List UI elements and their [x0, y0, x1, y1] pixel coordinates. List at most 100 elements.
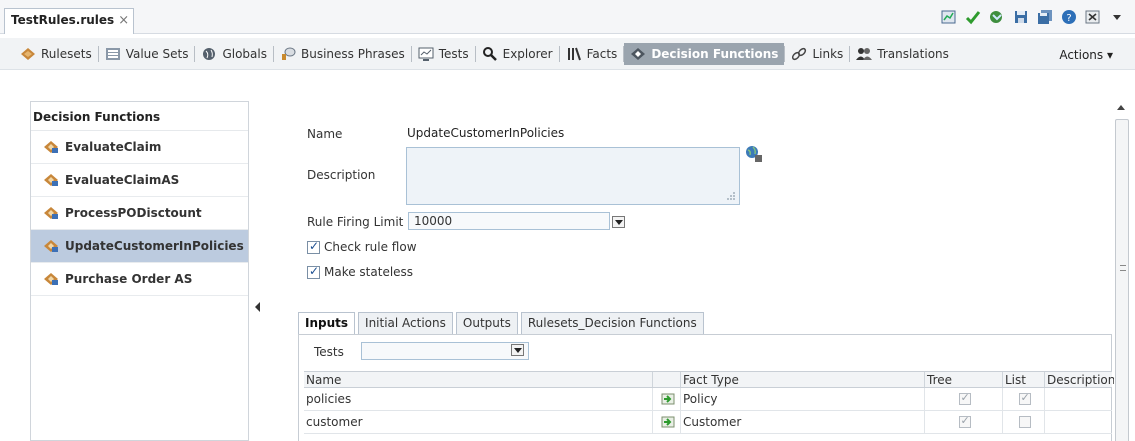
document-tab-bar: TestRules.rules × ?: [0, 0, 1135, 34]
column-header-tree[interactable]: Tree: [924, 372, 1002, 387]
fact-type-cell[interactable]: Policy: [680, 388, 924, 410]
nav-tests[interactable]: Tests: [412, 43, 475, 65]
decision-function-item[interactable]: ProcessPODisctount: [31, 197, 248, 230]
document-tab-testrules[interactable]: TestRules.rules ×: [4, 8, 134, 34]
close-window-icon[interactable]: [1085, 9, 1101, 25]
menu-dropdown-icon[interactable]: [1109, 9, 1125, 25]
save-icon[interactable]: [1013, 9, 1029, 25]
nav-label: Rulesets: [41, 47, 92, 61]
fact-type-cell[interactable]: Customer: [680, 411, 924, 433]
links-icon: [792, 47, 807, 61]
description-label: Description: [307, 168, 376, 182]
function-detail-tabs: Inputs Initial Actions Outputs Rulesets_…: [298, 312, 704, 335]
tree-checkbox: [958, 414, 971, 428]
check-rule-flow-row[interactable]: Check rule flow: [307, 239, 417, 254]
help-icon[interactable]: ?: [1061, 9, 1077, 25]
tests-dropdown-icon[interactable]: [511, 344, 524, 356]
nav-facts[interactable]: Facts: [560, 43, 624, 65]
input-name-cell[interactable]: customer: [304, 411, 652, 433]
decision-function-label: EvaluateClaimAS: [65, 173, 180, 187]
resize-grip-icon[interactable]: [726, 191, 736, 201]
svg-text:?: ?: [1066, 13, 1071, 24]
column-header-fact-type[interactable]: Fact Type: [680, 372, 924, 387]
tab-inputs[interactable]: Inputs: [298, 312, 356, 335]
decision-function-icon: [44, 174, 58, 186]
scroll-up-arrow-icon[interactable]: [1117, 105, 1125, 110]
decision-function-item-selected[interactable]: UpdateCustomerInPolicies: [31, 230, 248, 263]
description-cell[interactable]: [1044, 411, 1112, 433]
list-checkbox: [1018, 416, 1031, 428]
rule-firing-limit-input[interactable]: 10000: [408, 212, 610, 230]
tab-initial-actions[interactable]: Initial Actions: [358, 312, 453, 335]
tests-select[interactable]: [361, 342, 529, 360]
tab-outputs[interactable]: Outputs: [455, 312, 518, 335]
facts-icon: [567, 47, 581, 61]
rulesets-icon: [21, 48, 35, 60]
nav-translations[interactable]: Translations: [850, 43, 955, 65]
deploy-icon[interactable]: [989, 9, 1005, 25]
nav-label: Decision Functions: [651, 47, 779, 61]
globals-icon: [203, 48, 216, 60]
list-checkbox: [1018, 391, 1031, 405]
list-cell: [1002, 388, 1044, 410]
explorer-search-icon: [482, 47, 497, 61]
check-rule-flow-checkbox[interactable]: [307, 239, 320, 254]
decision-function-item[interactable]: EvaluateClaim: [31, 131, 248, 164]
close-tab-icon[interactable]: ×: [118, 13, 129, 28]
nav-label: Business Phrases: [300, 47, 405, 61]
vertical-scrollbar[interactable]: [1114, 101, 1130, 441]
description-field[interactable]: [406, 147, 740, 205]
scrollbar-thumb[interactable]: [1115, 119, 1129, 441]
nav-label: Translations: [877, 47, 949, 61]
tree-cell: [924, 411, 1002, 433]
fact-type-icon[interactable]: [661, 393, 675, 405]
decision-functions-list: Decision Functions EvaluateClaim Evaluat…: [30, 101, 249, 441]
name-label: Name: [307, 127, 343, 141]
table-row[interactable]: policies Policy: [304, 388, 1112, 411]
decision-function-label: Purchase Order AS: [65, 272, 193, 286]
decision-function-icon: [44, 240, 58, 252]
tests-label: Tests: [314, 345, 344, 359]
column-header-list[interactable]: List: [1002, 372, 1044, 387]
table-row[interactable]: customer Customer: [304, 411, 1112, 434]
nav-business-phrases[interactable]: Business Phrases: [274, 43, 411, 65]
validate-check-icon[interactable]: [965, 9, 981, 25]
decision-functions-list-title: Decision Functions: [31, 102, 248, 131]
nav-explorer[interactable]: Explorer: [476, 43, 559, 65]
fact-type-picker-cell[interactable]: [652, 411, 680, 433]
nav-rulesets[interactable]: Rulesets: [14, 43, 98, 65]
make-stateless-row[interactable]: Make stateless: [307, 264, 413, 279]
tests-icon: [418, 47, 434, 61]
report-icon[interactable]: [941, 9, 957, 25]
nav-decision-functions[interactable]: Decision Functions: [624, 43, 785, 65]
description-cell[interactable]: [1044, 388, 1112, 410]
function-name-value: UpdateCustomerInPolicies: [407, 126, 565, 140]
nav-globals[interactable]: Globals: [195, 43, 273, 65]
nav-label: Links: [812, 47, 844, 61]
input-name-cell[interactable]: policies: [304, 388, 652, 410]
decision-function-item[interactable]: Purchase Order AS: [31, 263, 248, 296]
translate-globe-icon[interactable]: [745, 145, 763, 163]
make-stateless-checkbox[interactable]: [307, 264, 320, 279]
nav-label: Tests: [438, 47, 469, 61]
collapse-panel-arrow-icon[interactable]: [255, 298, 261, 316]
nav-label: Explorer: [502, 47, 553, 61]
column-header-description[interactable]: Description: [1044, 372, 1115, 387]
column-header-name[interactable]: Name: [304, 372, 652, 387]
decision-function-icon: [44, 273, 58, 285]
fact-type-icon[interactable]: [661, 416, 675, 428]
actions-menu[interactable]: Actions ▾: [1059, 48, 1113, 62]
nav-value-sets[interactable]: Value Sets: [99, 43, 195, 65]
save-all-icon[interactable]: [1037, 9, 1053, 25]
decision-function-label: EvaluateClaim: [65, 140, 162, 154]
nav-label: Value Sets: [125, 47, 189, 61]
rule-firing-limit-dropdown-icon[interactable]: [612, 216, 625, 228]
fact-type-picker-cell[interactable]: [652, 388, 680, 410]
tab-rulesets-decision-functions[interactable]: Rulesets_Decision Functions: [520, 312, 704, 335]
scroll-grip-icon: [1120, 265, 1126, 271]
nav-label: Facts: [586, 47, 618, 61]
nav-links[interactable]: Links: [785, 43, 849, 65]
decision-function-item[interactable]: EvaluateClaimAS: [31, 164, 248, 197]
document-tab-label: TestRules.rules: [11, 13, 115, 27]
decision-function-label: UpdateCustomerInPolicies: [65, 239, 244, 253]
